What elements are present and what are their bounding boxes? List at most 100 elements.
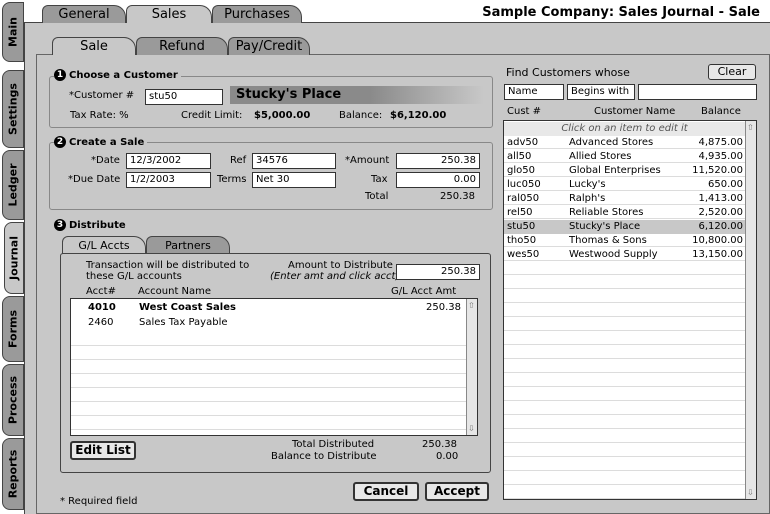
tab-refund[interactable]: Refund	[136, 37, 228, 55]
amount-input[interactable]: 250.38	[396, 153, 480, 169]
row-acct: 4010	[88, 302, 116, 313]
list-item[interactable]: luc050 Lucky's 650.00	[504, 178, 745, 192]
accept-button[interactable]: Accept	[425, 482, 489, 501]
sale-section-title: 2 Create a Sale	[54, 136, 148, 148]
customer-number: tho50	[507, 235, 537, 246]
customer-section-title: 1 Choose a Customer	[54, 69, 181, 81]
gl-list-scrollbar[interactable]: ⇧ ⇩	[466, 299, 477, 435]
finder-search-input[interactable]	[638, 84, 757, 100]
col-gl-amt-header: G/L Acct Amt	[391, 286, 457, 297]
customer-balance: 1,413.00	[698, 193, 743, 204]
balance-label: Balance:	[339, 110, 383, 121]
terms-input[interactable]: Net 30	[252, 172, 336, 188]
customer-balance: 2,520.00	[698, 207, 743, 218]
customer-balance: 6,120.00	[698, 221, 743, 232]
finder-title: Find Customers whose	[506, 66, 630, 79]
amount-label: *Amount	[345, 155, 390, 166]
customer-number: rel50	[507, 207, 533, 218]
list-item[interactable]: tho50 Thomas & Sons 10,800.00	[504, 234, 745, 248]
row-acct: 2460	[88, 317, 114, 328]
col-acct-header: Acct#	[86, 286, 116, 297]
tab-general[interactable]: General	[42, 5, 126, 23]
required-field-note: * Required field	[60, 496, 138, 507]
clear-button[interactable]: Clear	[708, 64, 756, 80]
tab-settings[interactable]: Settings	[2, 70, 24, 148]
distribute-amount-input[interactable]: 250.38	[396, 264, 480, 280]
customer-name: Thomas & Sons	[569, 235, 647, 246]
tab-pay-credit[interactable]: Pay/Credit	[228, 37, 310, 55]
list-item[interactable]: ral050 Ralph's 1,413.00	[504, 192, 745, 206]
list-item[interactable]: rel50 Reliable Stores 2,520.00	[504, 206, 745, 220]
customer-balance: 13,150.00	[692, 249, 743, 260]
customer-number: all50	[507, 151, 532, 162]
finder-match-select[interactable]: Begins with	[567, 84, 635, 100]
list-item[interactable]: glo50 Global Enterprises 11,520.00	[504, 164, 745, 178]
customer-number: adv50	[507, 137, 539, 148]
list-empty-rows	[71, 332, 467, 435]
customer-number: ral050	[507, 193, 540, 204]
row-account-name: Sales Tax Payable	[139, 317, 228, 328]
balance-value: $6,120.00	[390, 110, 447, 121]
row-account-name: West Coast Sales	[139, 302, 236, 313]
list-item[interactable]: all50 Allied Stores 4,935.00	[504, 150, 745, 164]
distribute-amount-hint: (Enter amt and click acct)	[270, 271, 400, 282]
finder-field-select[interactable]: Name	[504, 84, 564, 100]
tab-forms[interactable]: Forms	[2, 296, 24, 362]
terms-label: Terms	[217, 174, 247, 185]
tab-main[interactable]: Main	[2, 2, 24, 62]
scroll-down-icon[interactable]: ⇩	[747, 488, 754, 497]
list-item[interactable]: adv50 Advanced Stores 4,875.00	[504, 136, 745, 150]
balance-to-distribute-value: 0.00	[436, 451, 459, 462]
customer-name-display: Stucky's Place	[230, 86, 484, 104]
total-distributed-value: 250.38	[422, 439, 457, 450]
list-item[interactable]: wes50 Westwood Supply 13,150.00	[504, 248, 745, 262]
tab-sales[interactable]: Sales	[126, 5, 212, 23]
tab-reports-label: Reports	[6, 449, 20, 499]
step-2-icon: 2	[54, 136, 66, 148]
col-account-name-header: Account Name	[138, 286, 212, 297]
distribute-note: Transaction will be distributed to these…	[86, 260, 250, 282]
tab-settings-label: Settings	[6, 83, 20, 135]
date-label: *Date	[91, 155, 120, 166]
due-date-input[interactable]: 1/2/2003	[126, 172, 211, 188]
tab-ledger[interactable]: Ledger	[2, 150, 24, 220]
tab-journal-label: Journal	[7, 236, 21, 280]
tab-journal[interactable]: Journal	[4, 222, 24, 294]
col-balance-header: Balance	[701, 106, 741, 117]
tab-process-label: Process	[6, 375, 20, 425]
customer-balance: 10,800.00	[692, 235, 743, 246]
customer-list[interactable]: Click on an item to edit it adv50 Advance…	[503, 120, 757, 500]
scroll-down-icon[interactable]: ⇩	[468, 424, 475, 433]
table-row[interactable]: 2460 Sales Tax Payable	[71, 316, 467, 330]
tab-gl-accts[interactable]: G/L Accts	[62, 236, 146, 254]
tab-sale[interactable]: Sale	[52, 37, 136, 55]
tab-purchases[interactable]: Purchases	[212, 5, 302, 23]
edit-list-button[interactable]: Edit List	[70, 441, 136, 460]
customer-name: Lucky's	[569, 179, 606, 190]
customer-name: Global Enterprises	[569, 165, 661, 176]
list-hint: Click on an item to edit it	[504, 122, 745, 136]
gl-account-list[interactable]: 4010 West Coast Sales 250.38 2460 Sales …	[70, 298, 478, 436]
balance-to-distribute-label: Balance to Distribute	[271, 451, 377, 462]
window-title: Sample Company: Sales Journal - Sale	[482, 5, 760, 20]
table-row[interactable]: 4010 West Coast Sales 250.38	[71, 301, 467, 315]
sale-section-label: Create a Sale	[69, 137, 145, 148]
customer-number-input[interactable]: stu50	[145, 89, 223, 105]
tax-input[interactable]: 0.00	[396, 172, 480, 188]
tab-forms-label: Forms	[6, 309, 20, 349]
customer-list-scrollbar[interactable]: ⇧ ⇩	[745, 121, 756, 499]
list-item[interactable]: stu50 Stucky's Place 6,120.00	[504, 220, 745, 234]
date-input[interactable]: 12/3/2002	[126, 153, 211, 169]
tab-process[interactable]: Process	[2, 364, 24, 436]
tab-reports[interactable]: Reports	[2, 438, 24, 510]
scroll-up-icon[interactable]: ⇧	[468, 301, 475, 310]
ref-input[interactable]: 34576	[252, 153, 336, 169]
step-3-icon: 3	[54, 219, 66, 231]
distribute-amount-label: Amount to Distribute	[288, 260, 393, 271]
tab-ledger-label: Ledger	[6, 163, 20, 207]
customer-balance: 4,935.00	[698, 151, 743, 162]
scroll-up-icon[interactable]: ⇧	[747, 123, 754, 132]
cancel-button[interactable]: Cancel	[353, 482, 419, 501]
distribute-section-title: 3 Distribute	[54, 219, 129, 231]
tab-partners[interactable]: Partners	[146, 236, 230, 254]
